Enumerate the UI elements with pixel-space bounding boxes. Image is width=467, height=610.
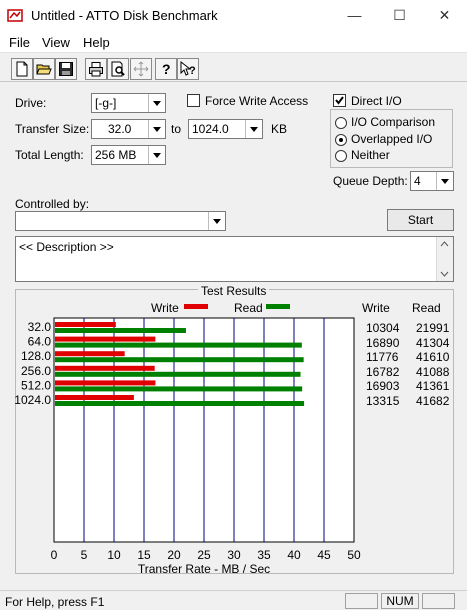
x-tick-label: 15 xyxy=(137,548,151,562)
write-value: 16890 xyxy=(366,335,400,350)
bar-write xyxy=(55,351,125,357)
legend-label-read: Read xyxy=(234,301,263,315)
x-tick-label: 35 xyxy=(257,548,271,562)
read-value: 41610 xyxy=(416,350,450,365)
y-tick-label: 512.0 xyxy=(21,378,51,392)
read-column-header: Read xyxy=(412,301,441,315)
write-value: 11776 xyxy=(366,350,399,365)
status-text: For Help, press F1 xyxy=(5,595,105,609)
bar-write xyxy=(55,395,134,400)
write-value: 13315 xyxy=(366,394,400,408)
x-tick-label: 30 xyxy=(227,548,241,562)
bar-read xyxy=(55,371,301,377)
write-value: 16782 xyxy=(366,364,400,379)
legend-swatch-write xyxy=(184,304,208,309)
x-tick-label: 10 xyxy=(107,548,121,562)
y-tick-label: 256.0 xyxy=(21,364,51,378)
status-panel-blank-2 xyxy=(422,593,455,609)
read-value: 21991 xyxy=(416,321,450,335)
bar-read xyxy=(55,357,304,363)
bar-write xyxy=(55,336,156,342)
status-panel-blank-1 xyxy=(345,593,378,609)
write-value: 10304 xyxy=(366,321,400,335)
bar-write xyxy=(55,322,116,327)
y-tick-label: 1024.0 xyxy=(14,393,51,407)
x-tick-label: 50 xyxy=(347,548,361,562)
x-tick-label: 25 xyxy=(197,548,211,562)
bar-write xyxy=(55,380,156,386)
y-tick-label: 64.0 xyxy=(28,335,52,349)
read-value: 41088 xyxy=(416,364,450,379)
bar-read xyxy=(55,342,302,348)
x-axis-label: Transfer Rate - MB / Sec xyxy=(138,562,270,576)
transfer-rate-chart: 0 5 10 15 20 25 30 35 40 45 50 Transfer Rate - MB /… xyxy=(14,301,361,576)
x-tick-label: 45 xyxy=(317,548,331,562)
y-tick-label: 128.0 xyxy=(21,349,51,363)
read-value: 41682 xyxy=(416,394,450,408)
num-lock-indicator: NUM xyxy=(381,593,419,609)
x-tick-label: 0 xyxy=(51,548,58,562)
legend-label-write: Write xyxy=(151,301,179,315)
write-column-header: Write xyxy=(362,301,390,315)
legend-swatch-read xyxy=(266,304,290,309)
x-tick-label: 20 xyxy=(167,548,181,562)
x-tick-label: 40 xyxy=(287,548,301,562)
x-tick-label: 5 xyxy=(81,548,88,562)
bar-read xyxy=(55,401,305,406)
y-tick-label: 32.0 xyxy=(28,320,52,334)
bar-read xyxy=(55,386,303,392)
bar-write xyxy=(55,365,155,371)
read-value: 41361 xyxy=(416,379,450,394)
read-value: 41304 xyxy=(416,335,450,350)
bar-read xyxy=(55,328,186,333)
write-value: 16903 xyxy=(366,379,400,394)
